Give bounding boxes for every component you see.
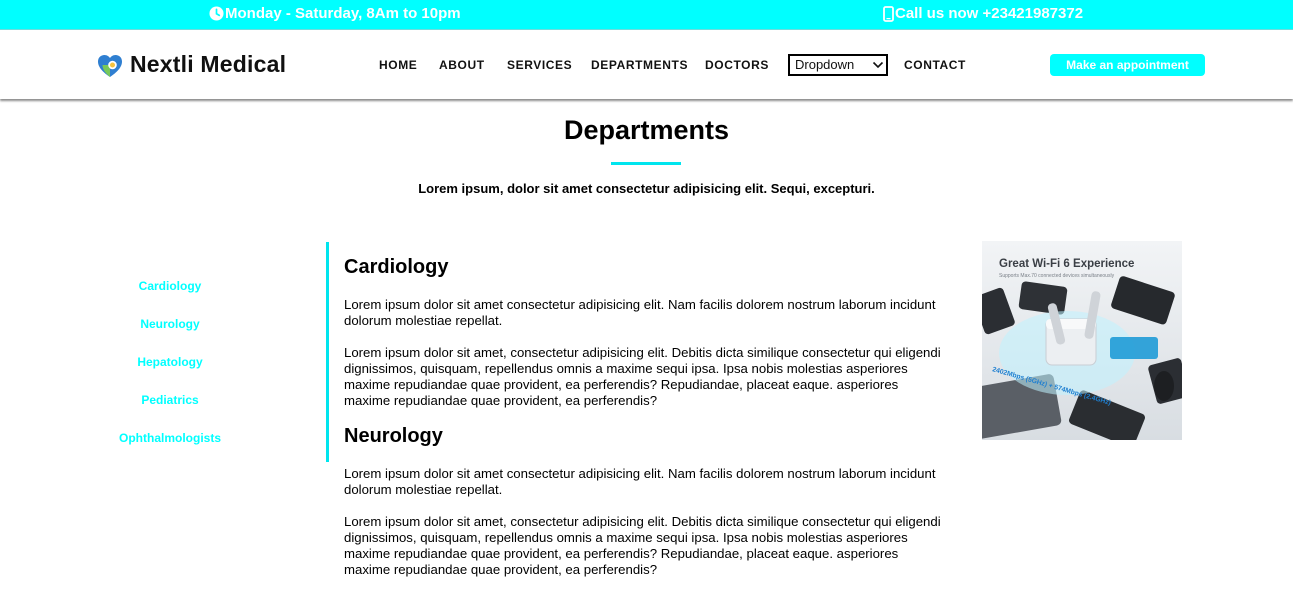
- photo-headline: Great Wi-Fi 6 Experience: [999, 258, 1134, 270]
- nav-departments[interactable]: DEPARTMENTS: [591, 58, 688, 72]
- article-heading: Cardiology: [344, 256, 449, 278]
- article-paragraph: Lorem ipsum dolor sit amet consectetur a…: [344, 297, 936, 328]
- department-tab-ophthalmologists[interactable]: Ophthalmologists: [0, 431, 340, 445]
- opening-hours-text: Monday - Saturday, 8Am to 10pm: [225, 5, 461, 22]
- router-product-image: Great Wi-Fi 6 Experience Supports Max.70…: [982, 241, 1182, 440]
- page-title: Departments: [563, 115, 730, 145]
- department-tab-hepatology[interactable]: Hepatology: [0, 355, 340, 369]
- department-content: Cardiology Lorem ipsum dolor sit amet co…: [344, 256, 944, 578]
- clock-icon: [209, 6, 224, 21]
- opening-hours: Monday - Saturday, 8Am to 10pm: [209, 5, 461, 22]
- make-appointment-button[interactable]: Make an appointment: [1050, 54, 1205, 76]
- nav-about[interactable]: ABOUT: [439, 58, 485, 72]
- mobile-phone-icon: [883, 5, 894, 22]
- page-subtitle: Lorem ipsum, dolor sit amet consectetur …: [418, 181, 875, 196]
- top-info-bar: Monday - Saturday, 8Am to 10pm Call us n…: [0, 0, 1293, 30]
- department-tab-neurology[interactable]: Neurology: [0, 317, 340, 331]
- nav-contact[interactable]: CONTACT: [904, 58, 966, 72]
- department-tab-cardiology[interactable]: Cardiology: [0, 279, 340, 293]
- article-paragraph: Lorem ipsum dolor sit amet consectetur a…: [344, 466, 936, 497]
- department-tab-pediatrics[interactable]: Pediatrics: [0, 393, 340, 407]
- vertical-divider: [326, 242, 329, 462]
- dropdown-value: Dropdown: [795, 57, 855, 72]
- chevron-down-icon: [872, 61, 884, 69]
- phone-text[interactable]: Call us now +23421987372: [895, 5, 1083, 22]
- site-header: Nextli Medical HOME ABOUT SERVICES DEPAR…: [0, 30, 1293, 99]
- nav-doctors[interactable]: DOCTORS: [705, 58, 769, 72]
- nav-dropdown-select[interactable]: Dropdown: [788, 54, 888, 76]
- department-image: Great Wi-Fi 6 Experience Supports Max.70…: [982, 241, 1182, 440]
- article-paragraph: Lorem ipsum dolor sit amet, consectetur …: [344, 514, 941, 577]
- phone-contact[interactable]: Call us now +23421987372: [883, 5, 1083, 22]
- nav-services[interactable]: SERVICES: [507, 58, 572, 72]
- article-heading: Neurology: [344, 425, 443, 447]
- photo-caption: Supports Max.70 connected devices simult…: [999, 273, 1115, 279]
- nav-home[interactable]: HOME: [379, 58, 417, 72]
- title-underline: [611, 162, 681, 165]
- article-paragraph: Lorem ipsum dolor sit amet, consectetur …: [344, 345, 941, 408]
